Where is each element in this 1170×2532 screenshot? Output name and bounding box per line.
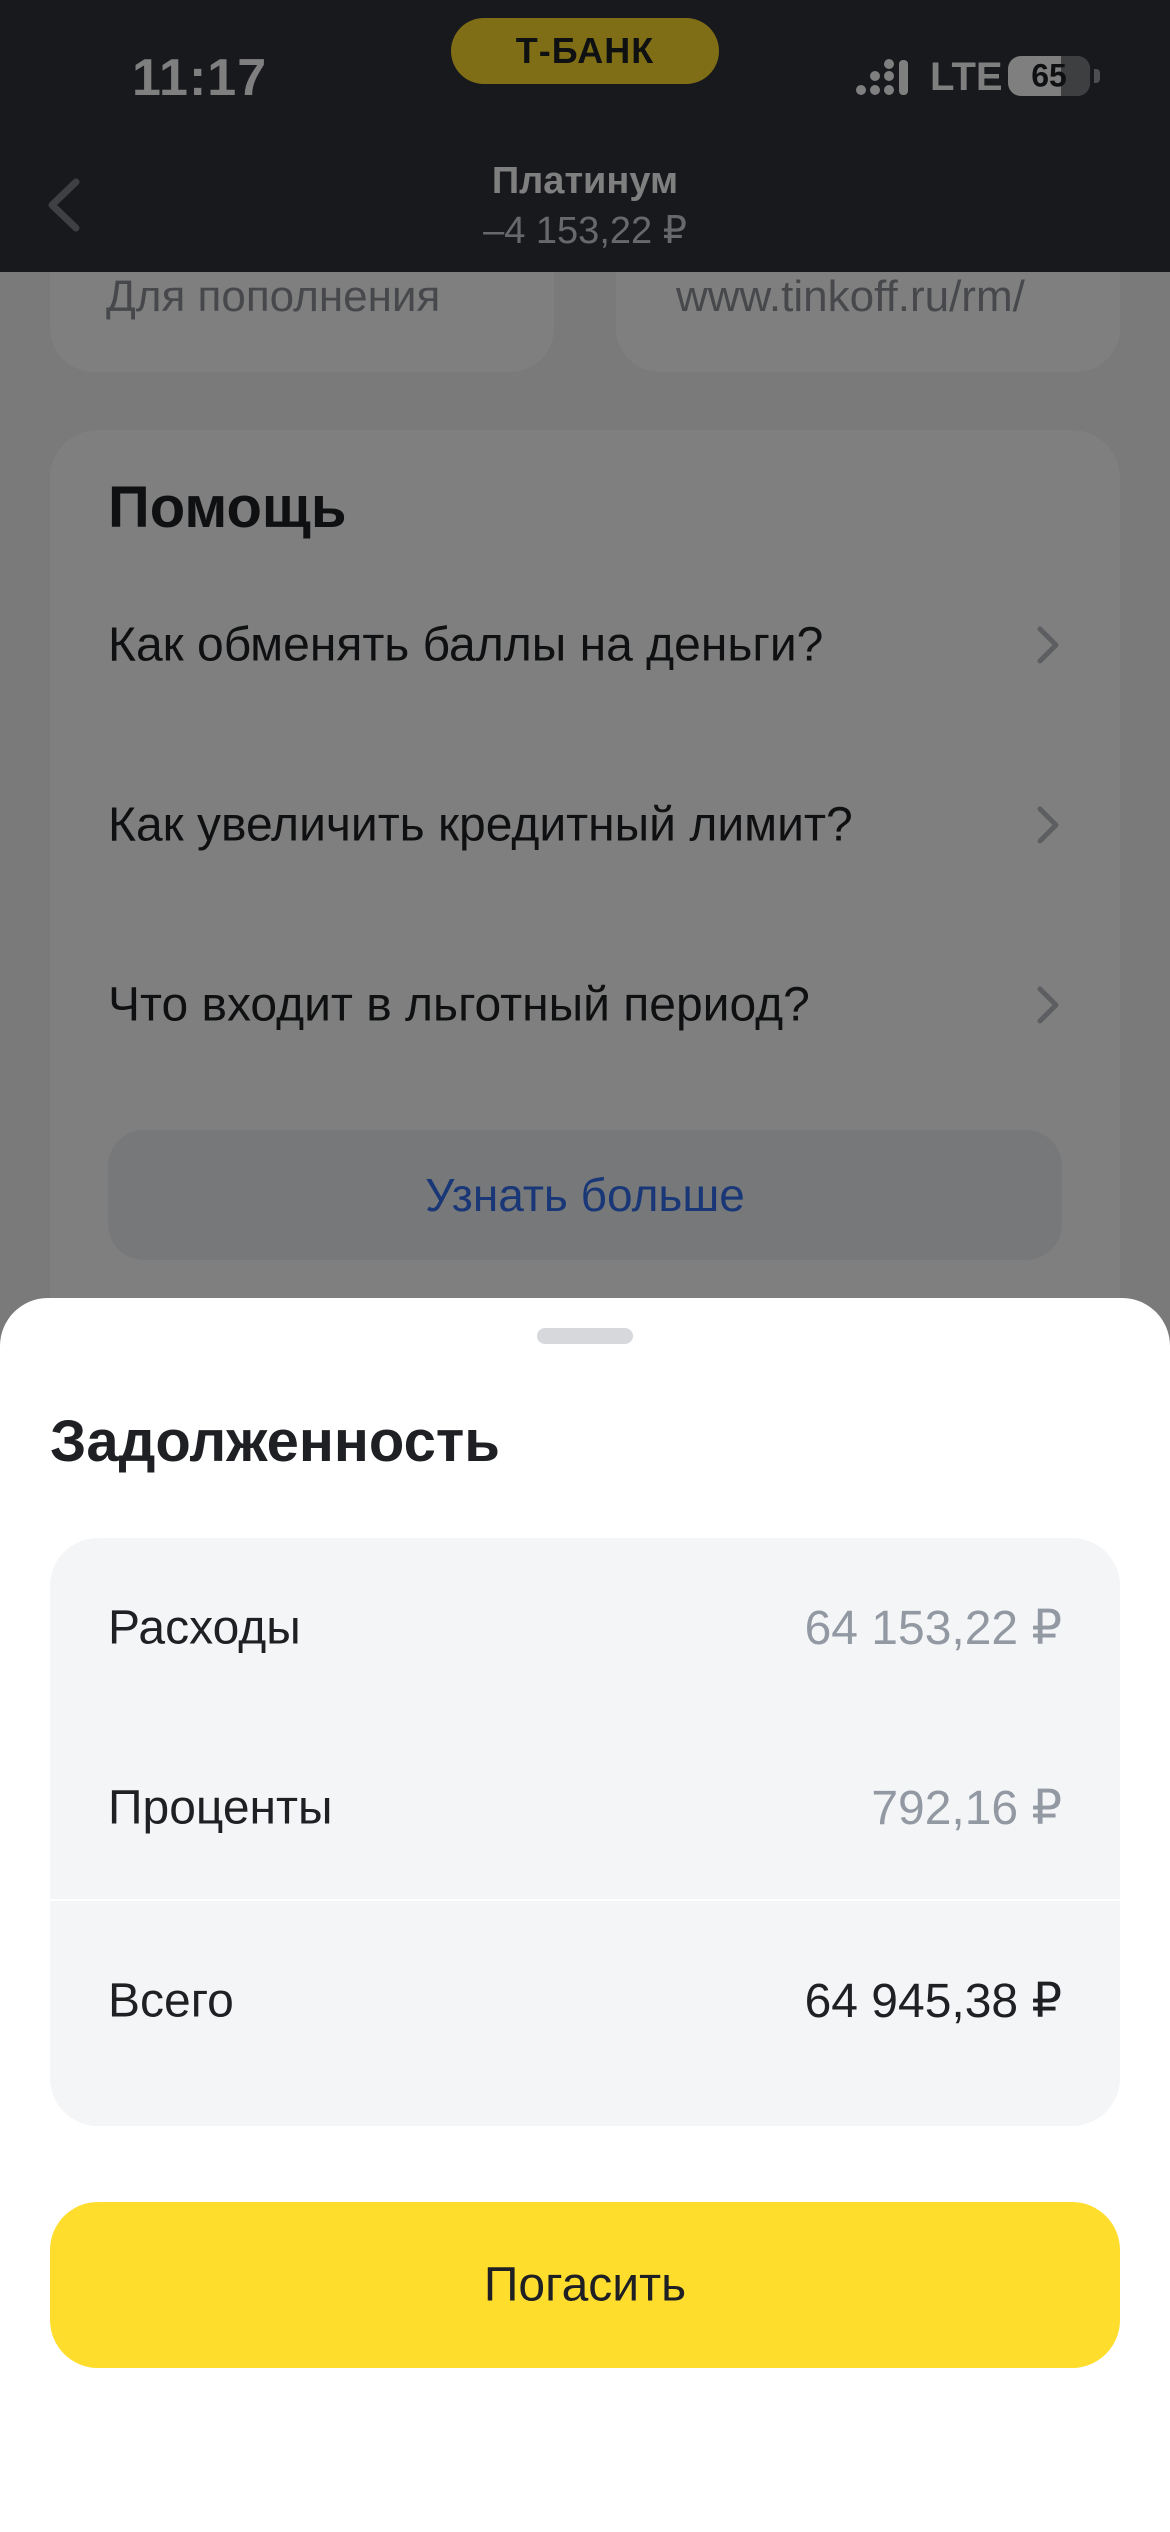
debt-row-interest: Проценты 792,16 ₽ bbox=[50, 1718, 1120, 1898]
network-type: LTE bbox=[930, 55, 1003, 99]
help-item-limit[interactable]: Как увеличить кредитный лимит? bbox=[50, 750, 1120, 900]
topup-card[interactable]: Для пополнения bbox=[50, 272, 554, 372]
sheet-drag-handle[interactable] bbox=[537, 1328, 633, 1344]
chevron-right-icon bbox=[1037, 626, 1059, 664]
debt-row-label: Проценты bbox=[108, 1781, 333, 1835]
cellular-signal-icon bbox=[856, 59, 908, 95]
sheet-title: Задолженность bbox=[50, 1409, 500, 1474]
account-balance: –4 153,22 ₽ bbox=[483, 210, 687, 252]
help-item-label: Как увеличить кредитный лимит? bbox=[108, 798, 853, 852]
brand-logo: Т-БАНК bbox=[451, 18, 719, 84]
help-item-label: Как обменять баллы на деньги? bbox=[108, 618, 824, 672]
brand-text: Т-БАНК bbox=[515, 30, 655, 71]
debt-total-value: 64 945,38 ₽ bbox=[804, 1975, 1062, 2028]
debt-row-total: Всего 64 945,38 ₽ bbox=[50, 1901, 1120, 2101]
pay-off-button[interactable]: Погасить bbox=[50, 2202, 1120, 2368]
topup-card-label: Для пополнения bbox=[106, 272, 441, 321]
learn-more-button[interactable]: Узнать больше bbox=[108, 1130, 1062, 1260]
help-item-grace-period[interactable]: Что входит в льготный период? bbox=[50, 930, 1120, 1080]
pay-off-label: Погасить bbox=[483, 2258, 687, 2312]
chevron-right-icon bbox=[1037, 806, 1059, 844]
help-item-points[interactable]: Как обменять баллы на деньги? bbox=[50, 570, 1120, 720]
debt-total-label: Всего bbox=[108, 1974, 234, 2028]
account-title: Платинум bbox=[491, 160, 679, 202]
help-title: Помощь bbox=[108, 475, 347, 540]
account-page-background: Для пополнения www.tinkoff.ru/rm/ Помощь… bbox=[0, 272, 1170, 1372]
help-section: Помощь Как обменять баллы на деньги? Как… bbox=[50, 430, 1120, 1372]
link-card-label: www.tinkoff.ru/rm/ bbox=[676, 272, 1025, 321]
top-header: 11:17 Т-БАНК LTE 65 Платинум –4 153,22 ₽ bbox=[0, 0, 1170, 272]
debt-breakdown-card: Расходы 64 153,22 ₽ Проценты 792,16 ₽ Вс… bbox=[50, 1538, 1120, 2126]
battery-percent: 65 bbox=[1031, 57, 1067, 94]
battery-icon: 65 bbox=[1008, 56, 1090, 96]
battery-tip bbox=[1094, 69, 1100, 83]
debt-row-value: 792,16 ₽ bbox=[871, 1782, 1062, 1835]
debt-row-label: Расходы bbox=[108, 1601, 301, 1655]
debt-bottom-sheet: Задолженность Расходы 64 153,22 ₽ Процен… bbox=[0, 1298, 1170, 2532]
help-item-label: Что входит в льготный период? bbox=[108, 978, 810, 1032]
learn-more-label: Узнать больше bbox=[425, 1169, 745, 1221]
chevron-right-icon bbox=[1037, 986, 1059, 1024]
link-card[interactable]: www.tinkoff.ru/rm/ bbox=[616, 272, 1120, 372]
status-time: 11:17 bbox=[132, 49, 268, 107]
debt-row-value: 64 153,22 ₽ bbox=[804, 1602, 1062, 1655]
debt-row-expenses: Расходы 64 153,22 ₽ bbox=[50, 1538, 1120, 1718]
